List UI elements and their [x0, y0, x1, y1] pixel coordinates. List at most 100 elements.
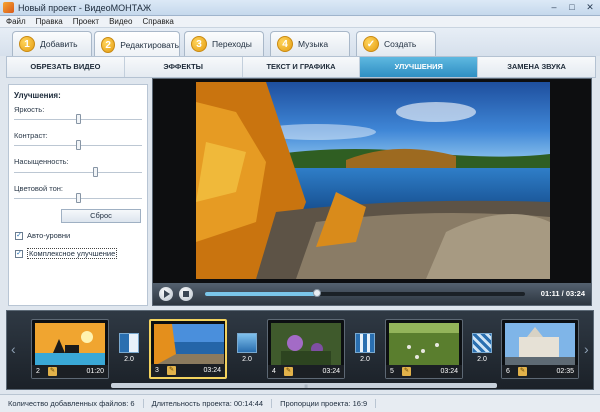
play-icon	[164, 290, 170, 298]
transition-duration: 2.0	[124, 356, 134, 363]
edit-subtabs: ОБРЕЗАТЬ ВИДЕО ЭФФЕКТЫ ТЕКСТ И ГРАФИКА У…	[6, 56, 596, 78]
auto-levels-checkbox[interactable]: ✓	[15, 232, 23, 240]
saturation-slider[interactable]	[14, 167, 142, 177]
timeline-clip[interactable]: 5 ✎ 03:24	[385, 319, 463, 379]
edit-pencil-icon[interactable]: ✎	[518, 367, 527, 376]
slider-thumb[interactable]	[75, 193, 81, 203]
transition-duration: 2.0	[242, 356, 252, 363]
stop-icon	[183, 291, 189, 297]
reset-button[interactable]: Сброс	[61, 209, 141, 223]
edit-pencil-icon[interactable]: ✎	[48, 367, 57, 376]
stop-button[interactable]	[179, 287, 193, 301]
title-bar: Новый проект - ВидеоМОНТАЖ – □ ✕	[0, 0, 600, 16]
subtab-trim[interactable]: ОБРЕЗАТЬ ВИДЕО	[7, 57, 125, 77]
minimize-button[interactable]: –	[548, 2, 560, 13]
enhancements-panel: Улучшения: Яркость: Контраст: Насыщеннос…	[8, 84, 148, 306]
edit-pencil-icon[interactable]: ✎	[284, 367, 293, 376]
timeline-clip[interactable]: 3 ✎ 03:24	[149, 319, 227, 379]
clip-thumbnail	[35, 323, 105, 365]
close-button[interactable]: ✕	[584, 2, 596, 13]
clip-duration: 03:24	[203, 367, 221, 374]
seek-fill	[205, 292, 317, 296]
step-number-badge: 1	[19, 36, 35, 52]
clip-duration: 03:24	[322, 368, 340, 375]
project-ratio: Пропорции проекта: 16:9	[272, 399, 377, 408]
saturation-label: Насыщенность:	[14, 157, 69, 166]
step-tab-transitions[interactable]: 3 Переходы	[184, 31, 264, 56]
timeline-clip[interactable]: 4 ✎ 03:24	[267, 319, 345, 379]
clip-thumbnail	[271, 323, 341, 365]
timeline-clip[interactable]: 2 ✎ 01:20	[31, 319, 109, 379]
seek-bar[interactable]	[205, 289, 525, 297]
clip-number: 3	[155, 367, 159, 374]
timeline-clip[interactable]: 6 ✎ 02:35	[501, 319, 579, 379]
transition-duration: 2.0	[477, 356, 487, 363]
complex-enhance-label: Комплексное улучшение	[27, 248, 118, 259]
subtab-effects[interactable]: ЭФФЕКТЫ	[125, 57, 243, 77]
maximize-button[interactable]: □	[566, 2, 578, 13]
step-label: Редактировать	[120, 39, 179, 50]
edit-pencil-icon[interactable]: ✎	[167, 366, 176, 375]
files-count: Количество добавленных файлов: 6	[0, 399, 144, 408]
step-label: Создать	[384, 39, 417, 49]
subtab-text-graphics[interactable]: ТЕКСТ И ГРАФИКА	[243, 57, 361, 77]
project-duration: Длительность проекта: 00:14:44	[144, 399, 273, 408]
player-controls: 01:11 / 03:24	[153, 283, 591, 305]
step-tab-create[interactable]: ✓ Создать	[356, 31, 436, 56]
hue-label: Цветовой тон:	[14, 184, 63, 193]
transition-icon	[237, 333, 257, 353]
status-bar: Количество добавленных файлов: 6 Длитель…	[0, 394, 600, 412]
edit-pencil-icon[interactable]: ✎	[402, 367, 411, 376]
step-number-badge: 3	[191, 36, 207, 52]
window-title: Новый проект - ВидеоМОНТАЖ	[18, 2, 152, 13]
transition-slot[interactable]: 2.0	[353, 333, 377, 369]
step-tab-music[interactable]: 4 Музыка	[270, 31, 350, 56]
scroll-right-arrow-icon[interactable]: ›	[584, 339, 591, 359]
step-number-badge: 2	[101, 36, 116, 53]
complex-enhance-checkbox[interactable]: ✓	[15, 250, 23, 258]
slider-thumb[interactable]	[92, 167, 98, 177]
menu-help[interactable]: Справка	[142, 17, 173, 26]
clip-thumbnail	[154, 324, 224, 366]
seek-knob[interactable]	[313, 289, 321, 297]
transition-slot[interactable]: 2.0	[470, 333, 494, 369]
menu-project[interactable]: Проект	[73, 17, 99, 26]
subtab-replace-audio[interactable]: ЗАМЕНА ЗВУКА	[478, 57, 595, 77]
clip-duration: 01:20	[86, 368, 104, 375]
timeline-scrollbar[interactable]: |||	[111, 383, 497, 388]
app-logo-icon	[3, 2, 14, 13]
transition-icon	[472, 333, 492, 353]
video-preview: 01:11 / 03:24	[152, 78, 592, 306]
transition-icon	[119, 333, 139, 353]
step-tab-add[interactable]: 1 Добавить	[12, 31, 92, 56]
slider-thumb[interactable]	[75, 140, 81, 150]
checkmark-icon: ✓	[363, 36, 379, 52]
step-tabs: 1 Добавить 2 Редактировать 3 Переходы 4 …	[0, 28, 600, 57]
menu-file[interactable]: Файл	[6, 17, 26, 26]
transition-slot[interactable]: 2.0	[117, 333, 141, 369]
contrast-slider[interactable]	[14, 140, 142, 150]
step-label: Добавить	[40, 39, 78, 49]
hue-slider[interactable]	[14, 193, 142, 203]
clip-thumbnail	[389, 323, 459, 365]
clip-duration: 03:24	[440, 368, 458, 375]
brightness-label: Яркость:	[14, 105, 45, 114]
step-tab-edit[interactable]: 2 Редактировать	[94, 31, 180, 57]
clip-number: 2	[36, 368, 40, 375]
subtab-enhancements[interactable]: УЛУЧШЕНИЯ	[360, 57, 479, 77]
play-button[interactable]	[159, 287, 173, 301]
transition-slot[interactable]: 2.0	[235, 333, 259, 369]
storyboard: ‹ › 2 ✎ 01:20 2.0 3 ✎ 03:24 2.0 4 ✎ 03:24 2.0 …	[6, 310, 594, 390]
step-number-badge: 4	[277, 36, 293, 52]
scroll-grip-icon[interactable]: |||	[301, 383, 311, 388]
scroll-left-arrow-icon[interactable]: ‹	[11, 339, 18, 359]
clip-duration: 02:35	[556, 368, 574, 375]
slider-thumb[interactable]	[75, 114, 81, 124]
step-label: Музыка	[298, 39, 329, 49]
clip-number: 6	[506, 368, 510, 375]
brightness-slider[interactable]	[14, 114, 142, 124]
menu-video[interactable]: Видео	[109, 17, 132, 26]
panel-title: Улучшения:	[14, 91, 61, 100]
menu-edit[interactable]: Правка	[36, 17, 63, 26]
auto-levels-label: Авто-уровни	[27, 231, 71, 240]
